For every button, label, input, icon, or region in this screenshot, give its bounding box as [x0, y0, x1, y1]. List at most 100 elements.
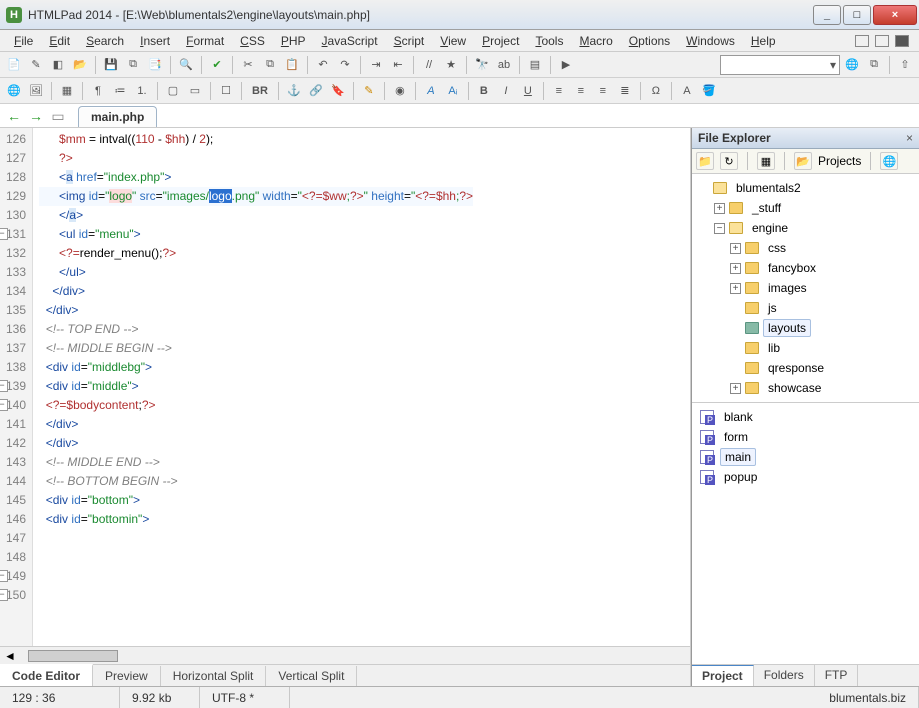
- save-all-icon[interactable]: ⧉: [123, 55, 143, 75]
- run-icon[interactable]: ▶: [556, 55, 576, 75]
- tree-item-lib[interactable]: lib: [694, 338, 917, 358]
- code-content[interactable]: $mm = intval((110 - $hh) / 2); ?> <a hre…: [33, 128, 479, 646]
- horizontal-scrollbar[interactable]: ◄: [0, 646, 690, 664]
- tree-item-showcase[interactable]: +showcase: [694, 378, 917, 398]
- menu-edit[interactable]: Edit: [41, 32, 78, 50]
- image-icon[interactable]: 🖼: [26, 81, 46, 101]
- tree-item-css[interactable]: +css: [694, 238, 917, 258]
- tree-item-images[interactable]: +images: [694, 278, 917, 298]
- editor-tab-horizontal-split[interactable]: Horizontal Split: [161, 666, 267, 686]
- anchor-icon[interactable]: ⚓: [284, 81, 304, 101]
- font-format-icon[interactable]: Aᵢ: [443, 81, 463, 101]
- save-as-icon[interactable]: 📑: [145, 55, 165, 75]
- menu-format[interactable]: Format: [178, 32, 232, 50]
- tree-item-layouts[interactable]: layouts: [694, 318, 917, 338]
- editor-tab-vertical-split[interactable]: Vertical Split: [266, 666, 357, 686]
- menu-css[interactable]: CSS: [232, 32, 273, 50]
- file-explorer-close-icon[interactable]: ×: [906, 131, 913, 145]
- file-item-form[interactable]: form: [694, 427, 917, 447]
- menu-php[interactable]: PHP: [273, 32, 314, 50]
- bookmark-icon[interactable]: ★: [441, 55, 461, 75]
- div-icon[interactable]: ▢: [163, 81, 183, 101]
- replace-icon[interactable]: ab: [494, 55, 514, 75]
- nav-forward-icon[interactable]: →: [28, 108, 44, 124]
- tree-item-_stuff[interactable]: +_stuff: [694, 198, 917, 218]
- document-tab[interactable]: main.php: [78, 106, 157, 127]
- tree-item-blumentals2[interactable]: blumentals2: [694, 178, 917, 198]
- menu-insert[interactable]: Insert: [132, 32, 178, 50]
- file-item-main[interactable]: main: [694, 447, 917, 467]
- check-icon[interactable]: ✔: [207, 55, 227, 75]
- nav-home-icon[interactable]: ▭: [50, 108, 66, 124]
- file-item-popup[interactable]: popup: [694, 467, 917, 487]
- indent-icon[interactable]: ⇥: [366, 55, 386, 75]
- bookmark2-icon[interactable]: 🔖: [328, 81, 348, 101]
- highlight-icon[interactable]: ✎: [359, 81, 379, 101]
- menu-search[interactable]: Search: [78, 32, 132, 50]
- entity-icon[interactable]: Ω: [646, 81, 666, 101]
- folder-tree[interactable]: blumentals2+_stuff−engine+css+fancybox+i…: [692, 174, 919, 403]
- underline-icon[interactable]: U: [518, 81, 538, 101]
- fill-color-icon[interactable]: 🪣: [699, 81, 719, 101]
- fe-up-icon[interactable]: 📁: [696, 152, 714, 170]
- tree-item-fancybox[interactable]: +fancybox: [694, 258, 917, 278]
- fe-projects-icon[interactable]: 📂: [794, 152, 812, 170]
- globe-icon[interactable]: 🌐: [4, 81, 24, 101]
- menu-windows[interactable]: Windows: [678, 32, 743, 50]
- fe-tab-project[interactable]: Project: [692, 665, 754, 686]
- align-center-icon[interactable]: ≡: [571, 81, 591, 101]
- menu-javascript[interactable]: JavaScript: [314, 32, 386, 50]
- fe-tab-folders[interactable]: Folders: [754, 665, 815, 686]
- tree-item-qresponse[interactable]: qresponse: [694, 358, 917, 378]
- para-icon[interactable]: ¶: [88, 81, 108, 101]
- menu-macro[interactable]: Macro: [571, 32, 620, 50]
- binoculars-icon[interactable]: 🔭: [472, 55, 492, 75]
- new-code-icon[interactable]: ◧: [48, 55, 68, 75]
- list-ol-icon[interactable]: 1.: [132, 81, 152, 101]
- span-icon[interactable]: ▭: [185, 81, 205, 101]
- menu-project[interactable]: Project: [474, 32, 527, 50]
- new-html-icon[interactable]: ✎: [26, 55, 46, 75]
- bold-icon[interactable]: B: [474, 81, 494, 101]
- form-icon[interactable]: ☐: [216, 81, 236, 101]
- outdent-icon[interactable]: ⇤: [388, 55, 408, 75]
- paste-icon[interactable]: 📋: [282, 55, 302, 75]
- copy-icon[interactable]: ⧉: [260, 55, 280, 75]
- editor-tab-code-editor[interactable]: Code Editor: [0, 664, 93, 686]
- cut-icon[interactable]: ✂: [238, 55, 258, 75]
- menu-file[interactable]: File: [6, 32, 41, 50]
- window-close-button[interactable]: ×: [873, 5, 917, 25]
- snippets-icon[interactable]: ▤: [525, 55, 545, 75]
- table-icon[interactable]: ▦: [57, 81, 77, 101]
- align-left-icon[interactable]: ≡: [549, 81, 569, 101]
- find-icon[interactable]: 🔍: [176, 55, 196, 75]
- menu-options[interactable]: Options: [621, 32, 678, 50]
- fe-refresh-icon[interactable]: ↻: [720, 152, 738, 170]
- nav-back-icon[interactable]: ←: [6, 108, 22, 124]
- window-maximize-button[interactable]: □: [843, 5, 871, 25]
- browser-test-icon[interactable]: 🌐: [842, 55, 862, 75]
- align-right-icon[interactable]: ≡: [593, 81, 613, 101]
- br-label[interactable]: BR: [247, 81, 273, 101]
- open-icon[interactable]: 📂: [70, 55, 90, 75]
- tree-item-js[interactable]: js: [694, 298, 917, 318]
- new-file-icon[interactable]: 📄: [4, 55, 24, 75]
- browser-multi-icon[interactable]: ⧉: [864, 55, 884, 75]
- fe-tab-ftp[interactable]: FTP: [815, 665, 859, 686]
- mdi-restore-icon[interactable]: [875, 35, 889, 47]
- redo-icon[interactable]: ↷: [335, 55, 355, 75]
- mdi-minimize-icon[interactable]: [855, 35, 869, 47]
- editor-tab-preview[interactable]: Preview: [93, 666, 161, 686]
- comment-icon[interactable]: //: [419, 55, 439, 75]
- link-icon[interactable]: 🔗: [306, 81, 326, 101]
- menu-tools[interactable]: Tools: [527, 32, 571, 50]
- italic-icon[interactable]: I: [496, 81, 516, 101]
- mdi-close-icon[interactable]: [895, 35, 909, 47]
- window-minimize-button[interactable]: _: [813, 5, 841, 25]
- upload-icon[interactable]: ⇧: [895, 55, 915, 75]
- save-icon[interactable]: 💾: [101, 55, 121, 75]
- code-editor[interactable]: 1261271281291301311321331341351361371381…: [0, 128, 690, 646]
- menu-view[interactable]: View: [432, 32, 474, 50]
- undo-icon[interactable]: ↶: [313, 55, 333, 75]
- font-style-icon[interactable]: A: [421, 81, 441, 101]
